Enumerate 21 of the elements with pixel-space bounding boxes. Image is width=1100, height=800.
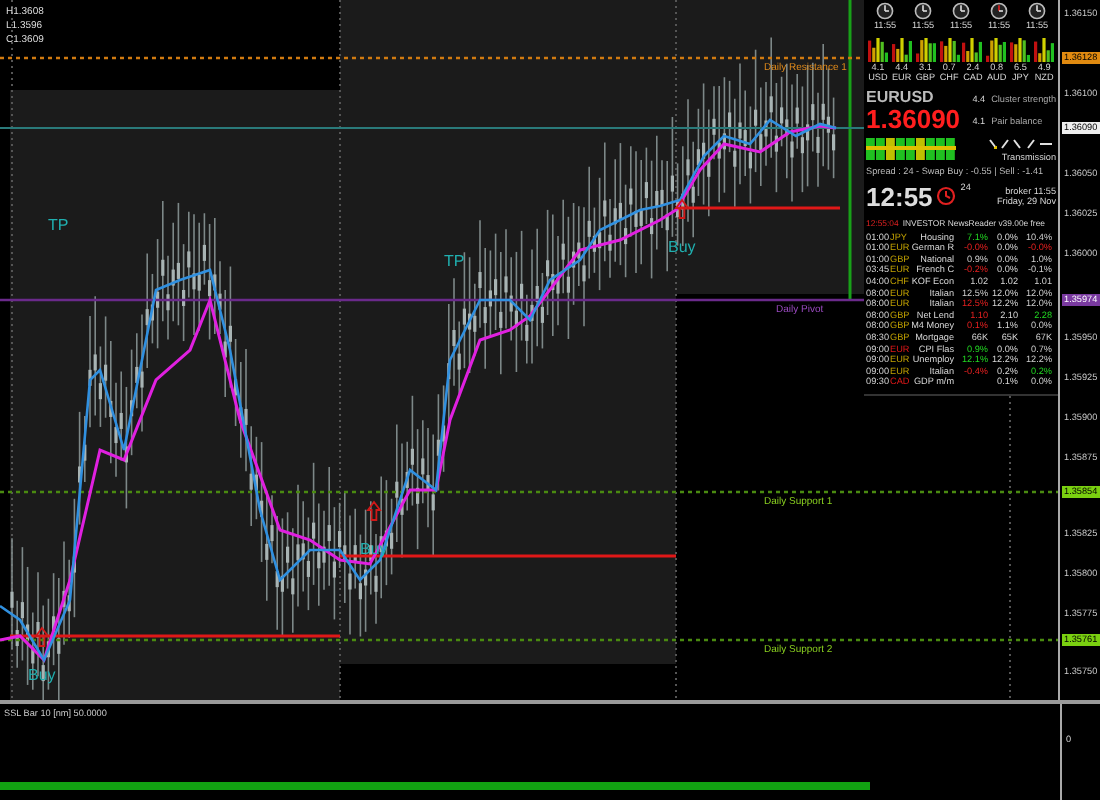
strength-bars-drawing: [939, 37, 960, 62]
up-arrow-icon: [674, 198, 690, 219]
strength-bars-drawing: [867, 37, 888, 62]
strength-bars-drawing: [962, 37, 983, 62]
price-text: 1.36090: [866, 105, 961, 134]
strength-bars-drawing: [1010, 37, 1031, 62]
take-profit-label: TP: [48, 216, 69, 234]
symbol-label: EURUSD: [866, 87, 936, 106]
direction-arrows-drawing: [988, 137, 1057, 152]
strength-bars-drawing: [986, 37, 1007, 62]
buy-label: Buy: [360, 540, 388, 558]
take-profit-label: TP: [444, 252, 465, 270]
clock-icon: [936, 186, 957, 207]
buy-label: Buy: [668, 238, 696, 256]
strength-bars-drawing: [915, 37, 936, 62]
up-arrow-icon: [366, 500, 382, 521]
heat-bar-drawing: [866, 137, 957, 160]
clock-text: 12:55: [866, 181, 933, 212]
strength-bars-drawing: [891, 37, 912, 62]
strength-bars-drawing: [1034, 37, 1055, 62]
up-arrow-icon: [34, 626, 50, 647]
